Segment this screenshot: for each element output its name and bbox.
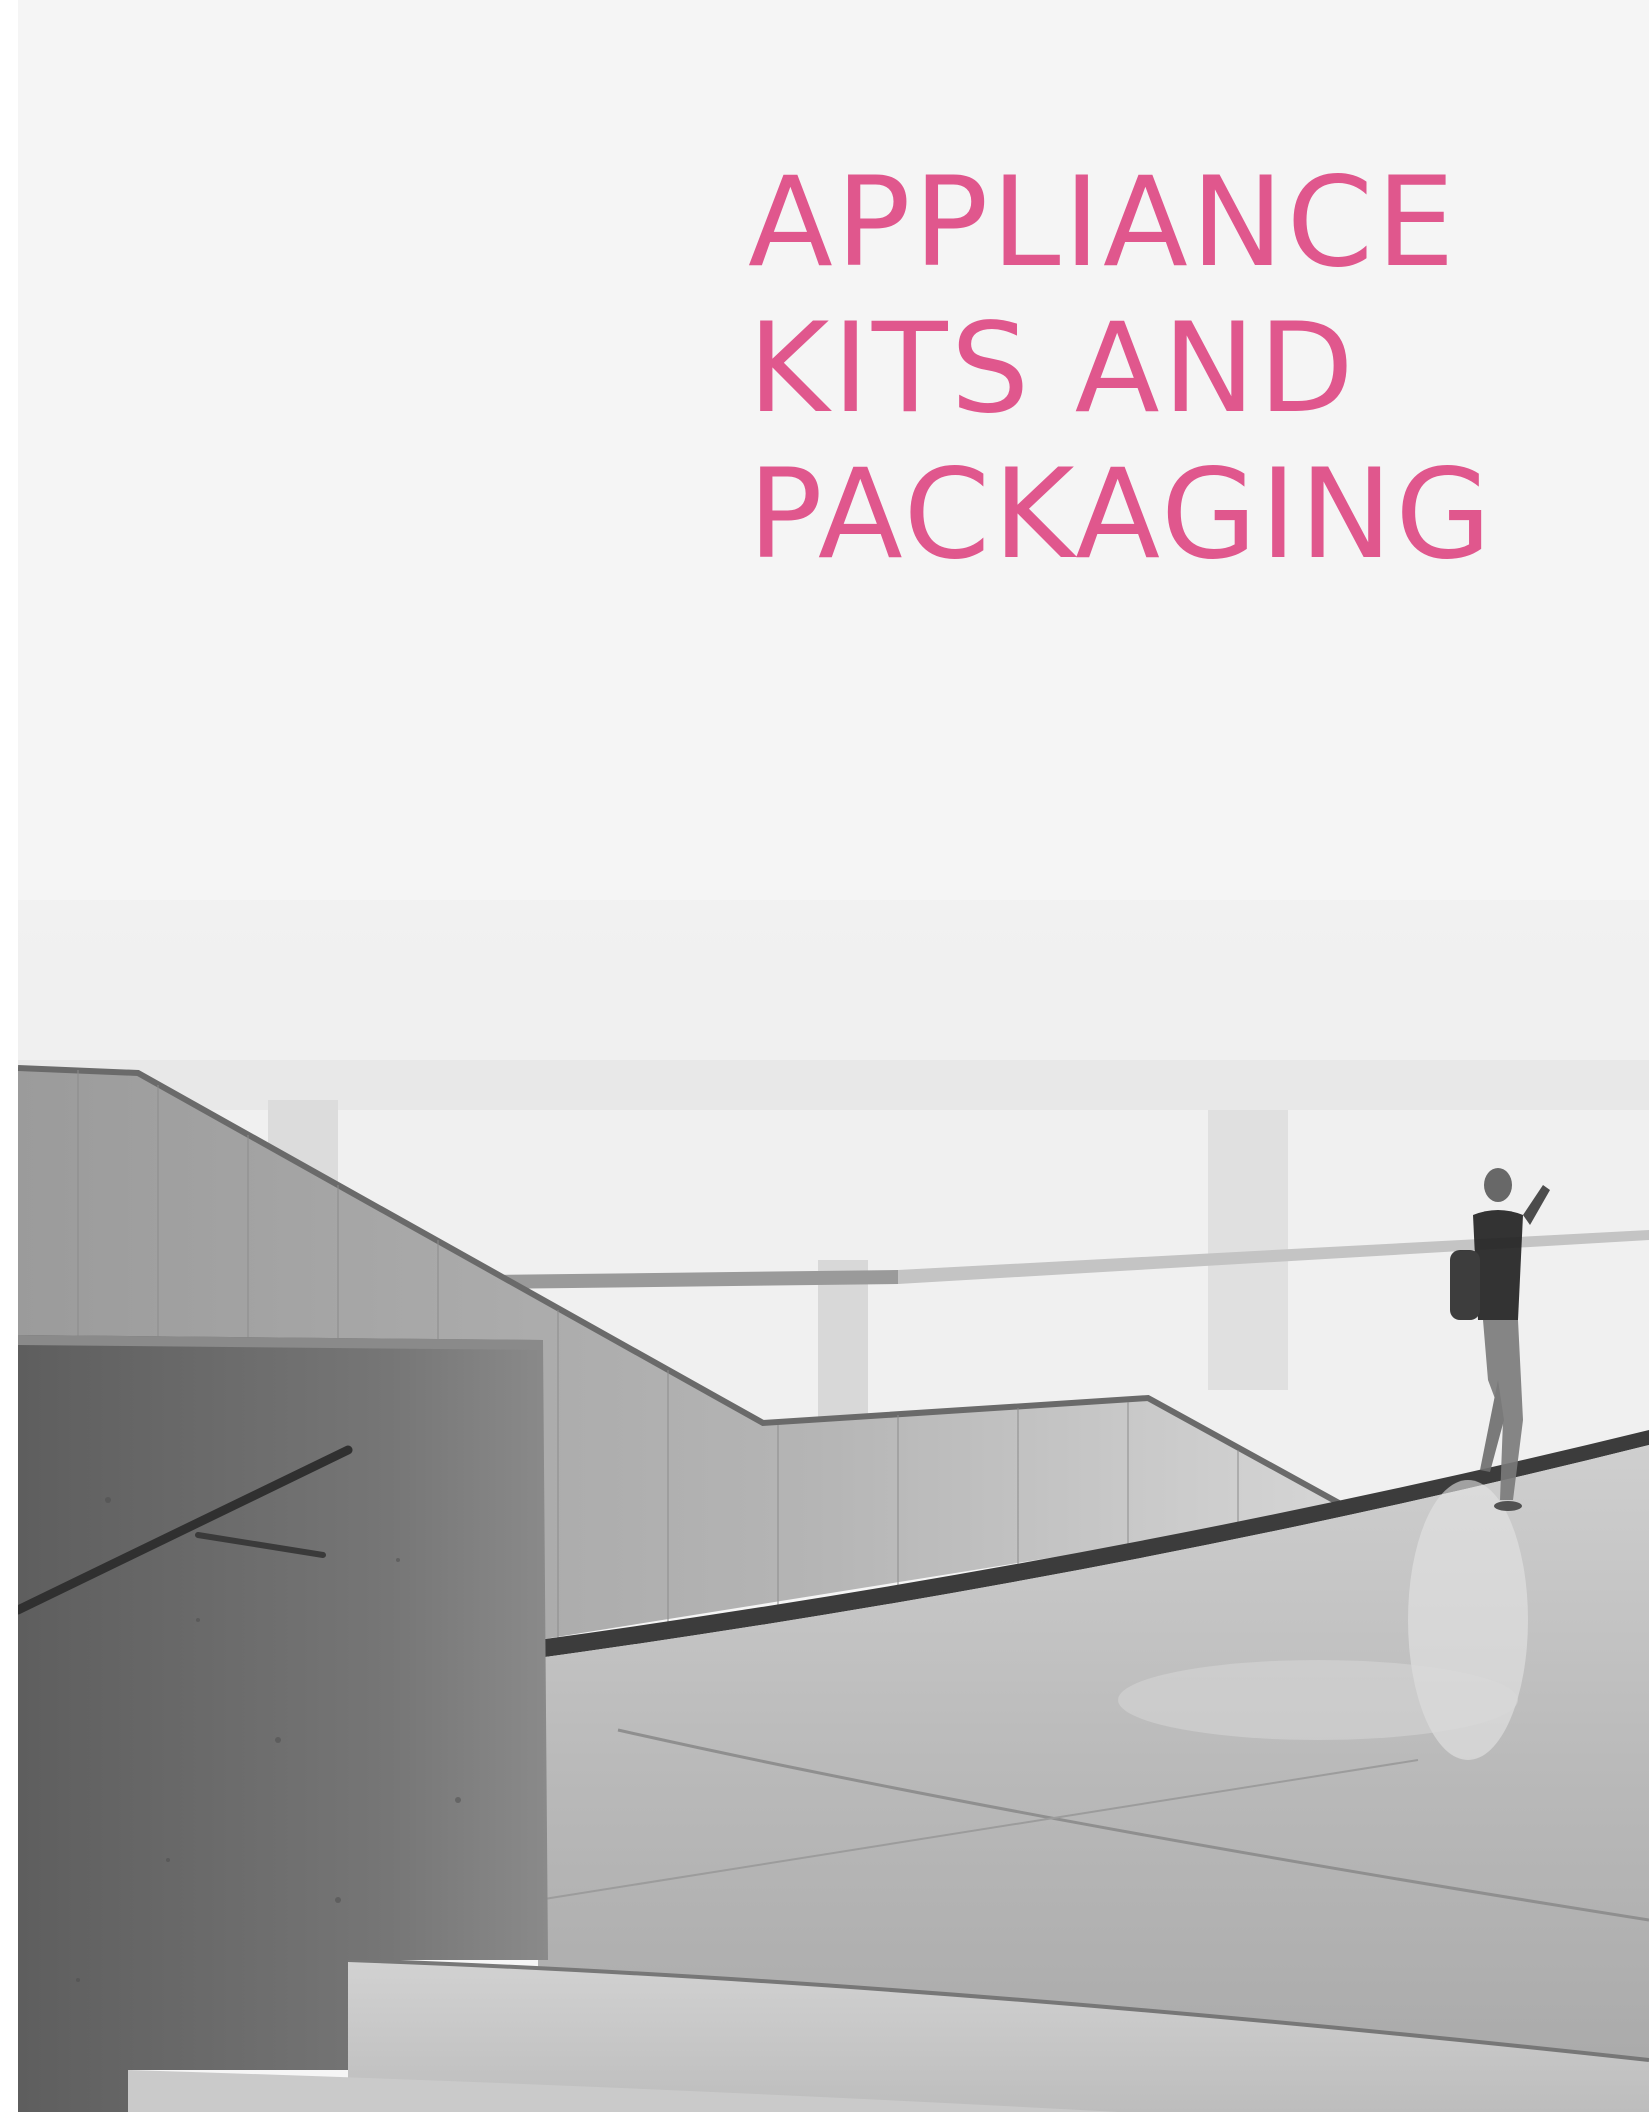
title-line-3: PACKAGING bbox=[748, 443, 1495, 587]
page-title: APPLIANCE KITS AND PACKAGING bbox=[748, 150, 1494, 588]
title-line-1: APPLIANCE bbox=[748, 151, 1458, 295]
title-line-2: KITS AND bbox=[748, 297, 1357, 441]
cover-page: APPLIANCE KITS AND PACKAGING bbox=[18, 0, 1649, 2112]
